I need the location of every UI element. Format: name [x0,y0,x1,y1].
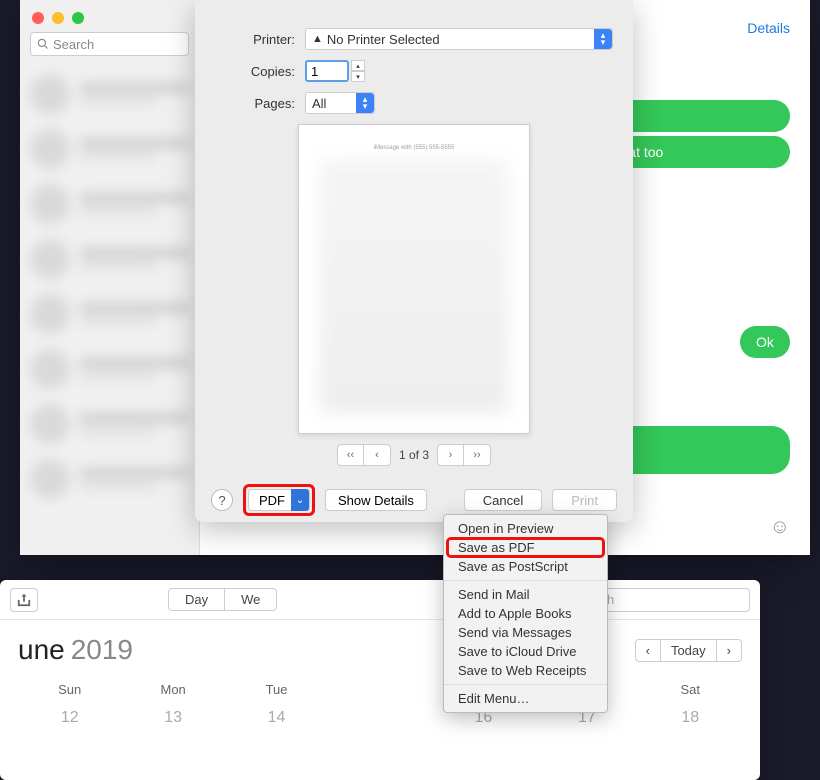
menu-item-send-messages[interactable]: Send via Messages [444,623,607,642]
date-cell[interactable]: 13 [121,709,224,727]
day-header: Mon [121,682,224,697]
date-cell[interactable]: 18 [639,709,742,727]
menu-item-edit-menu[interactable]: Edit Menu… [444,689,607,708]
menu-item-open-preview[interactable]: Open in Preview [444,519,607,538]
help-button[interactable]: ? [211,489,233,511]
warning-icon: ▲ [312,33,323,45]
date-cell[interactable]: 14 [225,709,328,727]
next-page-icon: › [438,445,464,465]
date-cell[interactable]: 12 [18,709,121,727]
details-link[interactable]: Details [747,20,790,36]
view-day[interactable]: Day [169,589,225,610]
pdf-dropdown-button[interactable]: PDF ⌄ [248,489,310,511]
calendar-window: Day We Search une 2019 ‹ Today › Sun Mon… [0,580,760,780]
search-placeholder: Search [53,37,94,52]
conversation-item[interactable] [20,451,199,506]
menu-item-save-as-pdf[interactable]: Save as PDF [446,537,605,558]
day-header [328,682,431,697]
printer-label: Printer: [215,32,305,47]
day-header: Tue [225,682,328,697]
pdf-label: PDF [259,493,285,508]
copies-stepper[interactable]: ▴▾ [351,60,365,82]
conversation-item[interactable] [20,341,199,396]
print-dialog: Printer: ▲ No Printer Selected Copies: ▴… [195,0,633,522]
pages-label: Pages: [215,96,305,111]
conversation-item[interactable] [20,286,199,341]
today-button[interactable]: Today [661,640,717,661]
next-month-button[interactable]: › [717,640,741,661]
menu-separator [444,580,607,581]
view-switcher[interactable]: Day We [168,588,277,611]
message-bubble: Ok [740,326,790,358]
preview-header: iMessage with (555) 555-5555 [319,145,509,151]
preview-page: iMessage with (555) 555-5555 [298,124,530,434]
conversation-list [20,66,199,506]
pdf-button-highlight: PDF ⌄ [243,484,315,516]
conversation-item[interactable] [20,66,199,121]
first-page-icon: ‹‹ [338,445,364,465]
calendar-day-headers: Sun Mon Tue Thu Fri Sat [18,682,742,697]
conversation-item[interactable] [20,176,199,231]
search-input[interactable]: Search [30,32,189,56]
window-controls [32,12,84,24]
close-window-button[interactable] [32,12,44,24]
view-week[interactable]: We [225,589,276,610]
minimize-window-button[interactable] [52,12,64,24]
calendar-toolbar: Day We Search [0,580,760,620]
preview-next-buttons[interactable]: ››› [437,444,491,466]
conversation-item[interactable] [20,121,199,176]
day-header: Sat [639,682,742,697]
share-button[interactable] [10,588,38,612]
prev-month-button[interactable]: ‹ [636,640,661,661]
copies-input[interactable] [305,60,349,82]
preview-prev-buttons[interactable]: ‹‹‹ [337,444,391,466]
pdf-dropdown-menu: Open in Preview Save as PDF Save as Post… [443,514,608,713]
calendar-dates: 12 13 14 16 17 18 [18,709,742,727]
page-counter: 1 of 3 [399,448,429,462]
menu-item-icloud-drive[interactable]: Save to iCloud Drive [444,642,607,661]
share-icon [17,593,31,607]
chevron-updown-icon [594,29,612,49]
emoji-picker-button[interactable]: ☺ [770,516,790,539]
printer-value: No Printer Selected [327,32,440,47]
chevron-updown-icon [356,93,374,113]
conversations-sidebar: Search [20,0,200,555]
conversation-item[interactable] [20,231,199,286]
menu-item-send-mail[interactable]: Send in Mail [444,585,607,604]
menu-item-web-receipts[interactable]: Save to Web Receipts [444,661,607,680]
calendar-year: 2019 [71,634,133,666]
maximize-window-button[interactable] [72,12,84,24]
conversation-item[interactable] [20,396,199,451]
date-cell[interactable] [328,709,431,727]
last-page-icon: ›› [464,445,490,465]
pages-value: All [312,96,326,111]
print-preview: iMessage with (555) 555-5555 ‹‹‹ 1 of 3 … [298,124,530,466]
pages-select[interactable]: All [305,92,375,114]
print-button[interactable]: Print [552,489,617,511]
copies-label: Copies: [215,64,305,79]
printer-select[interactable]: ▲ No Printer Selected [305,28,613,50]
search-icon [37,38,49,50]
show-details-button[interactable]: Show Details [325,489,427,511]
chevron-down-icon: ⌄ [291,489,309,511]
menu-separator [444,684,607,685]
day-header: Sun [18,682,121,697]
calendar-month: une [18,634,65,666]
menu-item-save-postscript[interactable]: Save as PostScript [444,557,607,576]
calendar-nav: ‹ Today › [635,639,742,662]
cancel-button[interactable]: Cancel [464,489,542,511]
menu-item-apple-books[interactable]: Add to Apple Books [444,604,607,623]
prev-page-icon: ‹ [364,445,390,465]
